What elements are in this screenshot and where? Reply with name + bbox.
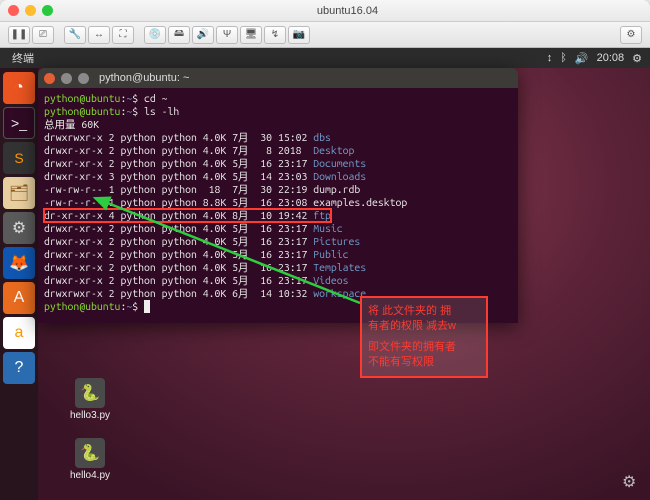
ls-row: drwxrwxr-x 2 python python 4.0K 7月 30 15… xyxy=(44,131,331,143)
settings-icon[interactable]: ⚙ xyxy=(620,26,642,44)
host-minimize-icon[interactable] xyxy=(25,5,36,16)
traffic-lights xyxy=(8,5,53,16)
unity-launcher: ◔ >_ S 🗂 ⚙ 🦊 A a ? xyxy=(0,68,38,500)
vm-viewport: 终端 ↕ ᛒ 🔊 20:08 ⚙ ◔ >_ S 🗂 ⚙ 🦊 A a ? xyxy=(0,48,650,500)
host-window: ubuntu16.04 ❚❚ ⎚ 🔧 ↔ ⛶ 💿 🖴 🔊 Ψ 🖥 ↯ 📷 ⚙ 终… xyxy=(0,0,650,500)
dash-icon[interactable]: ◔ xyxy=(3,72,35,104)
tool-icon[interactable]: 🔧 xyxy=(64,26,86,44)
sublime-launcher-icon[interactable]: S xyxy=(3,142,35,174)
ls-row: drwxr-xr-x 2 python python 4.0K 5月 16 23… xyxy=(44,222,343,234)
annotation-box: 将 此文件夹的 拥 有者的权限 减去w 即文件夹的拥有者 不能有写权限 xyxy=(360,296,488,378)
help-launcher-icon[interactable]: ? xyxy=(3,352,35,384)
desktop-file-label: hello3.py xyxy=(70,410,110,421)
host-gear-icon[interactable]: ⚙ xyxy=(622,472,642,492)
ls-row: drwxr-xr-x 2 python python 4.0K 5月 16 23… xyxy=(44,274,349,286)
bluetooth-icon[interactable]: ᛒ xyxy=(560,52,567,64)
terminal-cursor xyxy=(144,300,150,313)
amazon-launcher-icon[interactable]: a xyxy=(3,317,35,349)
host-maximize-icon[interactable] xyxy=(42,5,53,16)
host-toolbar: ❚❚ ⎚ 🔧 ↔ ⛶ 💿 🖴 🔊 Ψ 🖥 ↯ 📷 ⚙ xyxy=(0,22,650,48)
python-file-icon: 🐍 xyxy=(75,378,105,408)
software-launcher-icon[interactable]: A xyxy=(3,282,35,314)
camera-icon[interactable]: 📷 xyxy=(288,26,310,44)
terminal-maximize-icon[interactable] xyxy=(78,73,89,84)
ls-row: drwxr-xr-x 2 python python 4.0K 5月 16 23… xyxy=(44,235,360,247)
desktop-file-hello3[interactable]: 🐍 hello3.py xyxy=(60,378,120,421)
menubar-indicators: ↕ ᛒ 🔊 20:08 ⚙ xyxy=(547,52,642,65)
usb-icon[interactable]: Ψ xyxy=(216,26,238,44)
host-close-icon[interactable] xyxy=(8,5,19,16)
settings-launcher-icon[interactable]: ⚙ xyxy=(3,212,35,244)
python-file-icon: 🐍 xyxy=(75,438,105,468)
desktop-file-label: hello4.py xyxy=(70,470,110,481)
terminal-launcher-icon[interactable]: >_ xyxy=(3,107,35,139)
ubuntu-desktop[interactable]: 终端 ↕ ᛒ 🔊 20:08 ⚙ ◔ >_ S 🗂 ⚙ 🦊 A a ? xyxy=(0,48,650,500)
audio-icon[interactable]: 🔊 xyxy=(192,26,214,44)
annotation-line: 不能有写权限 xyxy=(368,355,480,370)
display-icon[interactable]: 🖥 xyxy=(240,26,262,44)
ls-row: drwxr-xr-x 2 python python 4.0K 5月 16 23… xyxy=(44,248,349,260)
files-launcher-icon[interactable]: 🗂 xyxy=(3,177,35,209)
terminal-body[interactable]: python@ubuntu:~$ cd ~ python@ubuntu:~$ l… xyxy=(38,88,518,323)
ls-row: -rw-r--r-- 1 python python 8.8K 5月 16 23… xyxy=(44,196,407,208)
clock[interactable]: 20:08 xyxy=(597,52,625,64)
network-icon[interactable]: ↯ xyxy=(264,26,286,44)
ls-row: drwxr-xr-x 3 python python 4.0K 5月 14 23… xyxy=(44,170,366,182)
session-gear-icon[interactable]: ⚙ xyxy=(632,52,642,65)
terminal-window[interactable]: python@ubuntu: ~ python@ubuntu:~$ cd ~ p… xyxy=(38,68,518,323)
ubuntu-menubar: 终端 ↕ ᛒ 🔊 20:08 ⚙ xyxy=(0,48,650,68)
pause-button[interactable]: ❚❚ xyxy=(8,26,30,44)
host-title: ubuntu16.04 xyxy=(53,5,642,17)
desktop-file-hello4[interactable]: 🐍 hello4.py xyxy=(60,438,120,481)
resize-icon[interactable]: ↔ xyxy=(88,26,110,44)
ls-row: drwxr-xr-x 2 python python 4.0K 7月 8 201… xyxy=(44,144,354,156)
ls-row: -rw-rw-r-- 1 python python 18 7月 30 22:1… xyxy=(44,183,360,195)
network-indicator-icon[interactable]: ↕ xyxy=(547,52,553,64)
terminal-close-icon[interactable] xyxy=(44,73,55,84)
terminal-titlebar[interactable]: python@ubuntu: ~ xyxy=(38,68,518,88)
terminal-minimize-icon[interactable] xyxy=(61,73,72,84)
firefox-launcher-icon[interactable]: 🦊 xyxy=(3,247,35,279)
snapshot-button[interactable]: ⎚ xyxy=(32,26,54,44)
drive-icon[interactable]: 🖴 xyxy=(168,26,190,44)
annotation-line: 将 此文件夹的 拥 xyxy=(368,304,480,319)
ls-row: drwxr-xr-x 2 python python 4.0K 5月 16 23… xyxy=(44,261,366,273)
menubar-app-title: 终端 xyxy=(12,50,34,66)
disk-icon[interactable]: 💿 xyxy=(144,26,166,44)
fullscreen-icon[interactable]: ⛶ xyxy=(112,26,134,44)
ls-row: drwxrwxr-x 2 python python 4.0K 6月 14 10… xyxy=(44,287,366,299)
host-titlebar: ubuntu16.04 xyxy=(0,0,650,22)
ls-row: drwxr-xr-x 2 python python 4.0K 5月 16 23… xyxy=(44,157,366,169)
annotation-line: 有者的权限 减去w xyxy=(368,319,480,334)
terminal-title: python@ubuntu: ~ xyxy=(99,72,189,84)
annotation-line: 即文件夹的拥有者 xyxy=(368,340,480,355)
sound-icon[interactable]: 🔊 xyxy=(575,52,589,65)
highlighted-row: dr-xr-xr-x 4 python python 4.0K 8月 10 19… xyxy=(44,209,331,222)
